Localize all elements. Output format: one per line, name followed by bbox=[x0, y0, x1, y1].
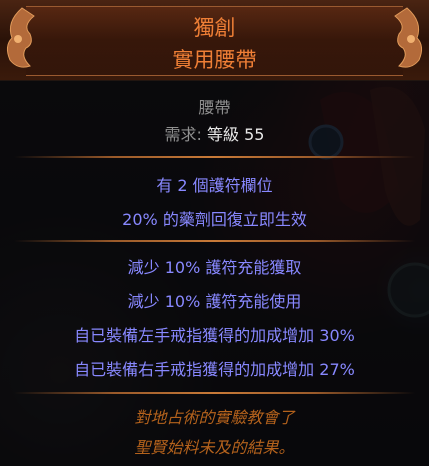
separator-2 bbox=[14, 240, 415, 242]
explicit-mod: 自已裝備右手戒指獲得的加成增加 27% bbox=[74, 360, 355, 379]
separator-1 bbox=[14, 156, 415, 158]
item-base-type: 腰帶 bbox=[198, 98, 231, 117]
game-screen: 獨創 實用腰帶 腰帶 需求: 等級 55 有 2 個護符欄位 20% 的藥劑回復… bbox=[0, 0, 429, 466]
tooltip-header: 獨創 實用腰帶 bbox=[0, 0, 429, 81]
item-tooltip: 獨創 實用腰帶 腰帶 需求: 等級 55 有 2 個護符欄位 20% 的藥劑回復… bbox=[0, 0, 429, 466]
requirement-level-value: 55 bbox=[244, 125, 265, 144]
explicit-mod: 減少 10% 護符充能獲取 bbox=[127, 258, 302, 277]
explicit-mod: 自已裝備左手戒指獲得的加成增加 30% bbox=[74, 326, 355, 345]
flavor-text-line: 聖賢始料未及的結果。 bbox=[134, 438, 295, 457]
flavor-text-line: 對地占術的實驗教會了 bbox=[134, 408, 295, 427]
implicit-mod: 有 2 個護符欄位 bbox=[156, 176, 273, 195]
requirement-level-label: 等級 bbox=[207, 125, 240, 144]
item-name: 實用腰帶 bbox=[172, 48, 257, 72]
tooltip-body: 腰帶 需求: 等級 55 有 2 個護符欄位 20% 的藥劑回復立即生效 減少 … bbox=[0, 80, 429, 466]
item-requirements: 需求: 等級 55 bbox=[0, 121, 429, 145]
item-rarity-label: 獨創 bbox=[193, 16, 236, 40]
explicit-mod: 減少 10% 護符充能使用 bbox=[127, 292, 302, 311]
separator-3 bbox=[14, 392, 415, 394]
implicit-mod: 20% 的藥劑回復立即生效 bbox=[122, 210, 307, 229]
requirement-prefix: 需求: bbox=[164, 125, 202, 144]
